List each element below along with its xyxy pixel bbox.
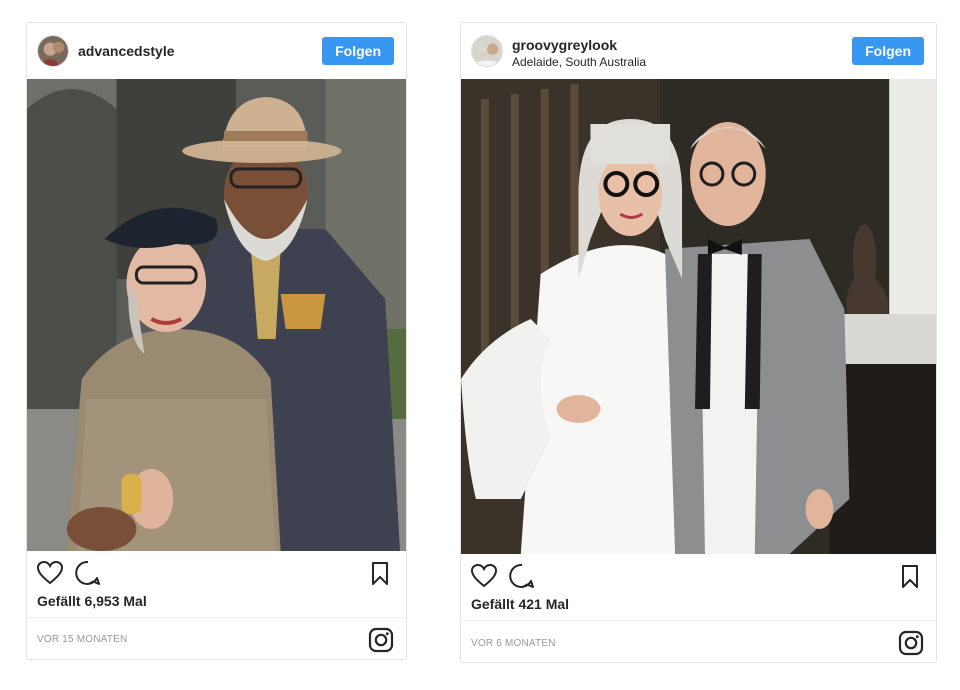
instagram-icon[interactable] (368, 627, 394, 653)
heart-icon[interactable] (36, 559, 64, 587)
divider (461, 620, 936, 621)
heart-icon[interactable] (470, 562, 498, 590)
username[interactable]: advancedstyle (78, 43, 175, 59)
post-card: advancedstyle Folgen Gefällt 6,953 Mal V… (26, 22, 407, 660)
comment-icon[interactable] (74, 559, 102, 587)
avatar[interactable] (37, 35, 69, 67)
post-timestamp[interactable]: VOR 15 MONATEN (37, 634, 127, 645)
post-actions (27, 553, 406, 593)
follow-button[interactable]: Folgen (322, 37, 394, 65)
follow-button[interactable]: Folgen (852, 37, 924, 65)
bookmark-icon[interactable] (366, 559, 394, 587)
avatar[interactable] (471, 35, 503, 67)
comment-icon[interactable] (508, 562, 536, 590)
post-timestamp[interactable]: VOR 6 MONATEN (471, 638, 556, 649)
post-image[interactable] (27, 79, 406, 551)
post-image[interactable] (461, 79, 936, 554)
divider (27, 617, 406, 618)
location-link[interactable]: Adelaide, South Australia (512, 55, 646, 69)
post-header: groovygreylook Adelaide, South Australia… (461, 23, 936, 79)
post-card: groovygreylook Adelaide, South Australia… (460, 22, 937, 663)
username[interactable]: groovygreylook (512, 37, 617, 53)
likes-count[interactable]: Gefällt 6,953 Mal (37, 593, 147, 609)
likes-count[interactable]: Gefällt 421 Mal (471, 596, 569, 612)
bookmark-icon[interactable] (896, 562, 924, 590)
post-actions (461, 556, 936, 596)
instagram-icon[interactable] (898, 630, 924, 656)
post-header: advancedstyle Folgen (27, 23, 406, 79)
